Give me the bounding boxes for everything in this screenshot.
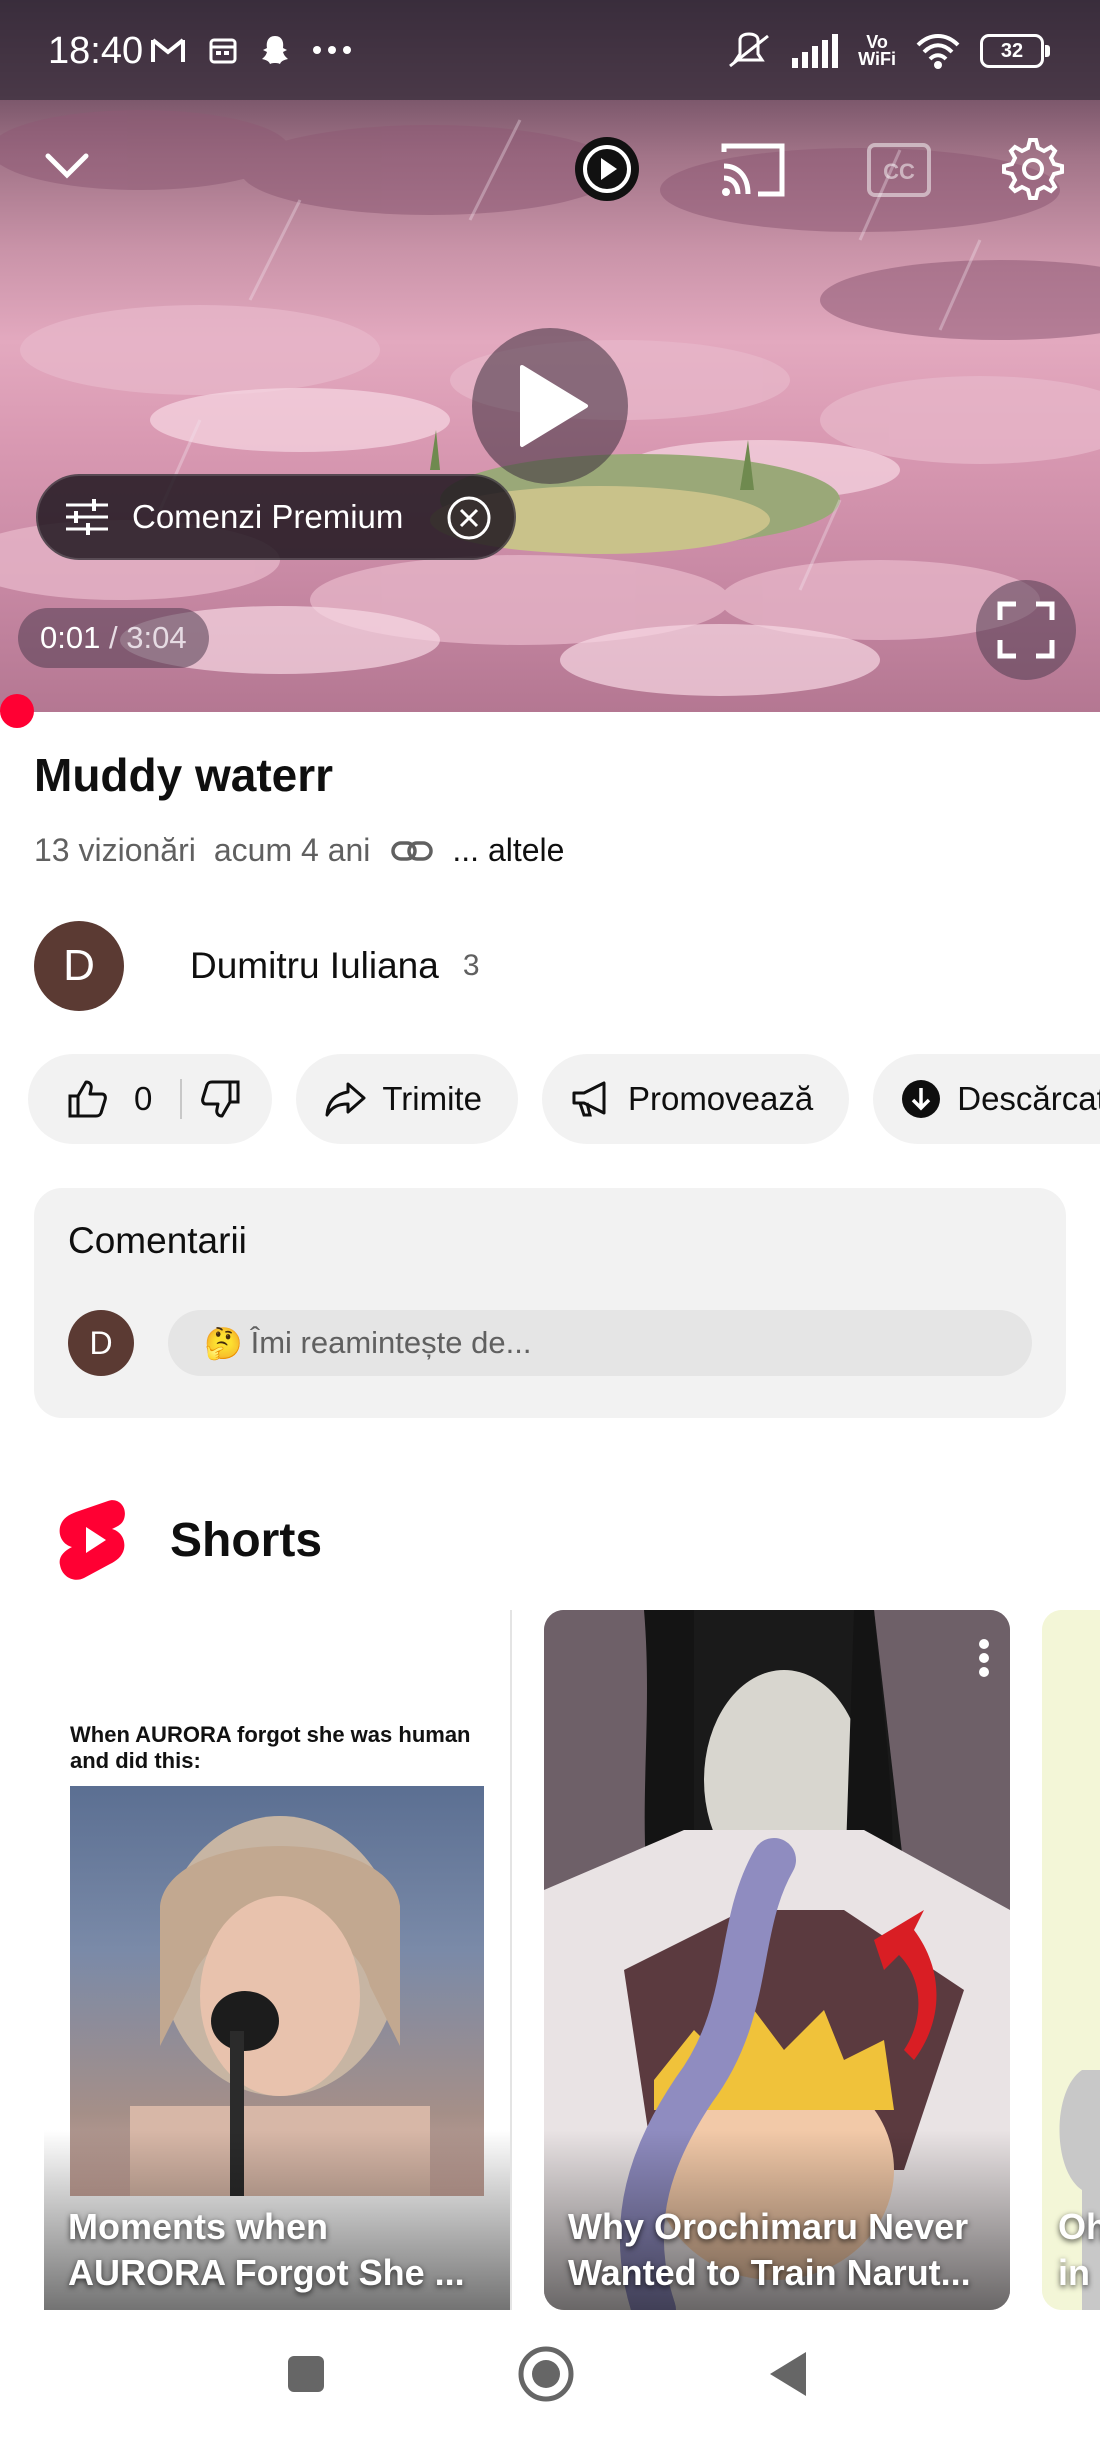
vowifi-icon: Vo WiFi xyxy=(858,32,896,69)
close-icon[interactable] xyxy=(446,495,492,541)
square-icon xyxy=(288,2356,324,2392)
svg-text:CC: CC xyxy=(883,159,915,184)
recents-button[interactable] xyxy=(274,2342,338,2406)
progress-scrubber[interactable] xyxy=(0,694,34,728)
short-caption: Why Orochimaru Never Wanted to Train Nar… xyxy=(568,2206,971,2293)
channel-avatar[interactable]: D xyxy=(34,921,124,1011)
short-card[interactable]: When AURORA forgot she was human and did… xyxy=(44,1610,512,2310)
play-icon xyxy=(520,365,588,447)
current-time: 0:01 xyxy=(40,620,101,655)
autoplay-toggle-icon[interactable] xyxy=(572,134,642,204)
like-divider xyxy=(180,1079,183,1119)
action-bar: 0 Trimite Promovează Descărcați xyxy=(28,1054,1100,1144)
cast-icon[interactable] xyxy=(718,140,788,200)
upload-age: acum 4 ani xyxy=(213,832,371,868)
video-meta[interactable]: 13 vizionări acum 4 ani ... altele xyxy=(34,832,564,869)
channel-name[interactable]: Dumitru Iuliana xyxy=(190,945,439,987)
like-dislike-pill: 0 xyxy=(28,1054,273,1144)
shorts-header: Shorts xyxy=(56,1490,322,1590)
shorts-title: Shorts xyxy=(170,1513,323,1567)
thinking-emoji-icon: 🤔 xyxy=(204,1325,243,1361)
more-link[interactable]: ... altele xyxy=(452,832,564,869)
promote-button[interactable]: Promovează xyxy=(541,1054,850,1144)
back-triangle-icon xyxy=(770,2352,806,2396)
captions-icon[interactable]: CC xyxy=(866,142,932,198)
shorts-logo-icon xyxy=(59,1500,125,1580)
home-circle-icon xyxy=(518,2346,574,2402)
thumbs-up-icon[interactable] xyxy=(66,1078,108,1120)
download-button[interactable]: Descărcați xyxy=(873,1054,1100,1144)
fullscreen-icon xyxy=(997,601,1055,659)
short-caption: Moments when AURORA Forgot She ... xyxy=(68,2206,465,2293)
premium-chip-label: Comenzi Premium xyxy=(132,498,404,535)
more-dots-icon xyxy=(313,46,351,54)
time-separator: / xyxy=(108,620,118,655)
tune-icon xyxy=(66,499,108,535)
short-card[interactable]: Oh in xyxy=(1042,1610,1100,2310)
play-button[interactable] xyxy=(472,328,628,484)
signal-icon xyxy=(792,34,839,68)
user-avatar: D xyxy=(68,1310,134,1376)
premium-controls-chip[interactable]: Comenzi Premium xyxy=(36,474,516,560)
video-title: Muddy waterr xyxy=(34,749,334,801)
shorts-shelf: When AURORA forgot she was human and did… xyxy=(44,1610,1100,2310)
home-button[interactable] xyxy=(514,2342,578,2406)
thumbs-down-icon[interactable] xyxy=(200,1078,242,1120)
megaphone-icon xyxy=(572,1081,606,1117)
channel-row[interactable]: D Dumitru Iuliana 3 xyxy=(34,920,480,1012)
wifi-icon xyxy=(916,34,960,69)
like-count: 0 xyxy=(134,1080,153,1117)
link-icon xyxy=(391,840,434,861)
mute-vibrate-icon xyxy=(729,32,770,68)
comment-input[interactable]: 🤔 Îmi reamintește de... xyxy=(168,1310,1032,1376)
view-count: 13 vizionări xyxy=(34,832,196,868)
chevron-down-icon[interactable] xyxy=(42,140,92,190)
status-bar: 18:40 Vo WiFi 32 xyxy=(0,0,1100,100)
gear-icon[interactable] xyxy=(1000,136,1066,202)
promote-label: Promovează xyxy=(627,1080,814,1117)
share-icon xyxy=(325,1082,366,1117)
more-vert-icon[interactable] xyxy=(978,1638,990,1678)
comments-panel[interactable]: Comentarii D 🤔 Îmi reamintește de... xyxy=(34,1188,1066,1418)
time-display: 0:01 / 3:04 xyxy=(18,608,209,668)
battery-indicator: 32 xyxy=(980,34,1050,68)
system-nav-bar xyxy=(0,2310,1100,2444)
comment-placeholder: Îmi reamintește de... xyxy=(250,1325,532,1360)
duration: 3:04 xyxy=(126,620,187,655)
short-overlay-text: When AURORA forgot she was human and did… xyxy=(70,1722,471,1773)
share-label: Trimite xyxy=(382,1080,482,1117)
comments-header: Comentarii xyxy=(68,1220,247,1261)
short-caption: Oh in xyxy=(1058,2206,1100,2293)
snapchat-icon xyxy=(262,36,288,64)
back-button[interactable] xyxy=(756,2342,820,2406)
subscriber-count: 3 xyxy=(462,949,480,982)
fullscreen-button[interactable] xyxy=(976,580,1076,680)
share-button[interactable]: Trimite xyxy=(296,1054,518,1144)
download-icon xyxy=(902,1080,941,1118)
download-label: Descărcați xyxy=(957,1080,1100,1117)
status-time: 18:40 xyxy=(48,30,144,72)
gmail-icon xyxy=(151,38,185,62)
video-player[interactable]: 18:40 Vo WiFi 32 CC Comenzi Premium 0:01 … xyxy=(0,0,1100,712)
calendar-icon xyxy=(209,38,237,64)
short-card[interactable]: Why Orochimaru Never Wanted to Train Nar… xyxy=(544,1610,1010,2310)
